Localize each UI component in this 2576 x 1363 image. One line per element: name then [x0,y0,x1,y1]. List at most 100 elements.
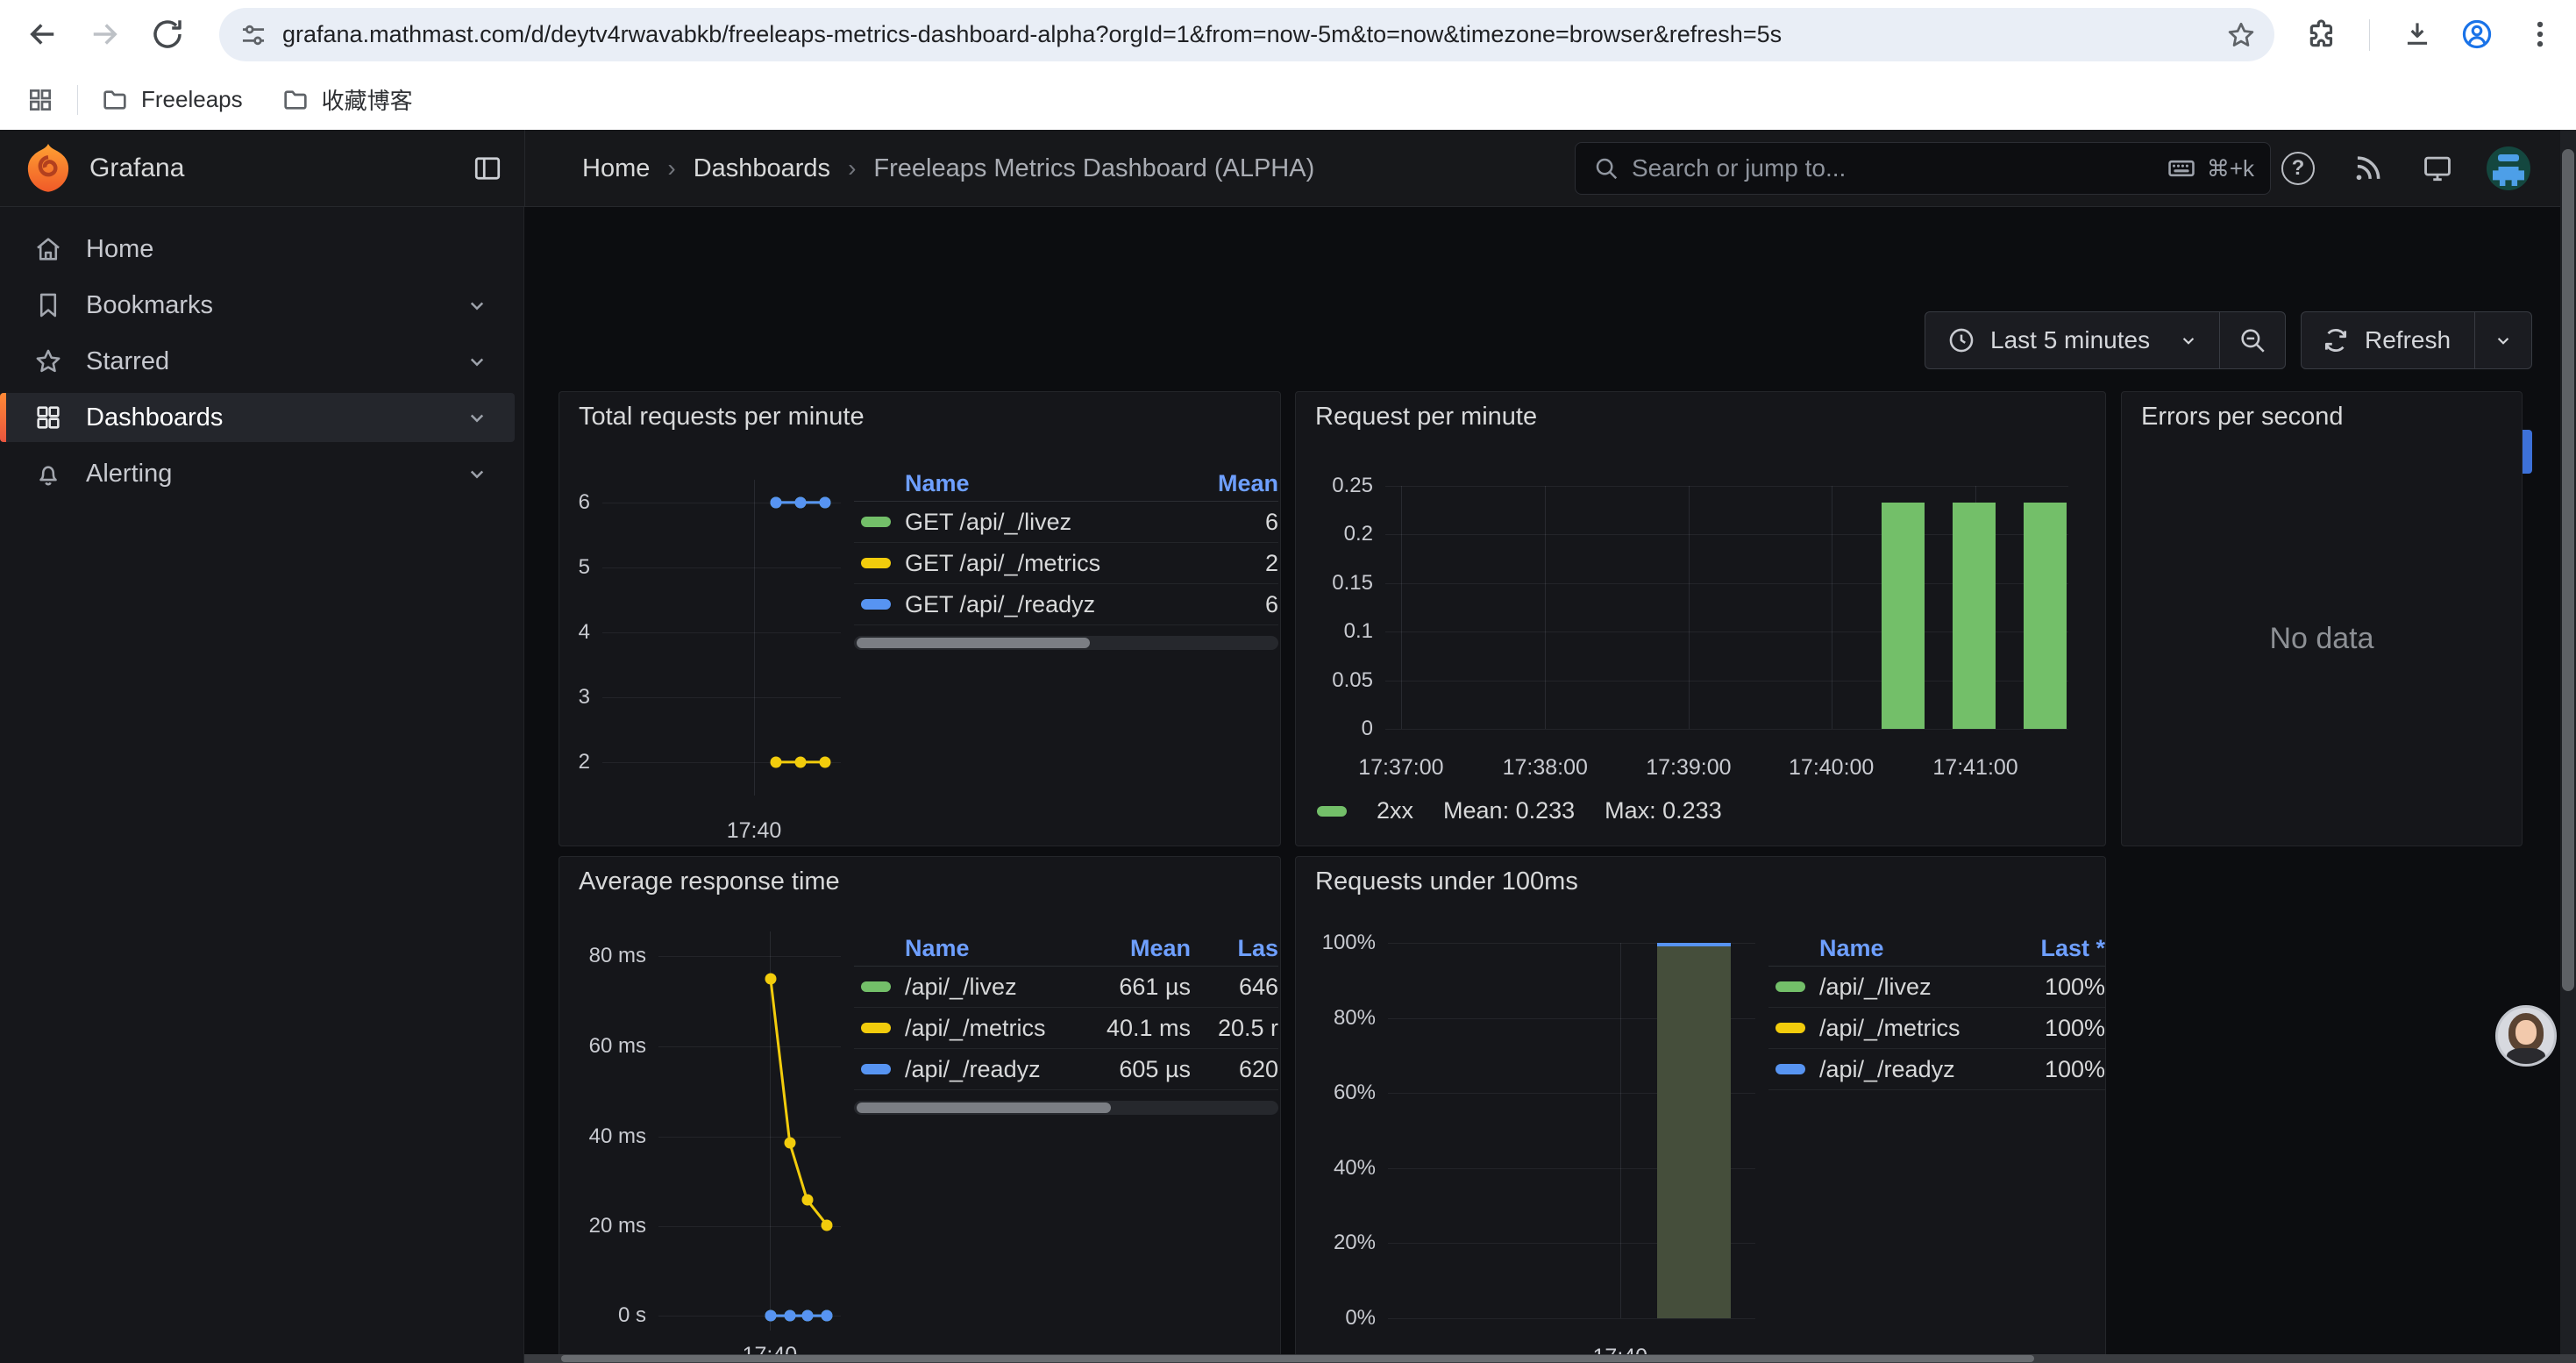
legend-row[interactable]: GET /api/_/readyz6 [854,584,1278,625]
legend-scrollbar[interactable] [854,1101,1278,1115]
search-box[interactable]: ⌘+k [1575,142,2271,195]
data-point[interactable] [801,1310,813,1322]
legend-column-header[interactable]: Last * [2000,935,2105,962]
panel-title[interactable]: Request per minute [1315,403,1537,432]
legend-row[interactable]: GET /api/_/livez6 [854,502,1278,543]
news-rss-icon[interactable] [2351,152,2384,185]
sidebar-item-starred[interactable]: Starred [0,337,515,386]
time-range-picker[interactable]: Last 5 minutes [1925,312,2219,368]
reload-icon[interactable] [149,16,186,53]
assistant-avatar[interactable] [2495,1005,2557,1067]
screen: Freeleaps收藏博客 Grafana Home›Dashboards›Fr… [0,0,2576,1363]
apps-grid-icon[interactable] [26,86,54,114]
legend-row[interactable]: GET /api/_/metrics2 [854,543,1278,584]
panel-title[interactable]: Requests under 100ms [1315,867,1578,896]
back-icon[interactable] [25,16,61,53]
data-point[interactable] [771,496,782,508]
y-tick-label: 5 [579,555,590,580]
legend-column-header[interactable]: Name [1819,935,2000,962]
series-name: /api/_/readyz [905,1056,1050,1083]
chevron-down-icon[interactable] [464,404,490,431]
apps-icon [33,403,63,432]
legend-column-header[interactable]: Name [905,470,1191,497]
bookmark-star-icon[interactable] [2225,19,2257,51]
chart-plot: 80 ms60 ms40 ms20 ms0 s17:40 [658,931,841,1331]
bookmark-item[interactable]: Freeleaps [101,86,243,114]
bar[interactable] [1657,943,1731,1318]
legend-row[interactable]: /api/_/metrics40.1 ms20.5 r [854,1008,1278,1049]
legend-footer-mean: Mean: 0.233 [1443,797,1575,824]
sidebar-item-label: Dashboards [86,403,464,432]
legend-column-header[interactable]: Mean [1191,470,1278,497]
grafana-logo-icon[interactable] [25,143,72,194]
bar[interactable] [1953,503,1995,729]
data-point[interactable] [822,1310,833,1322]
horizontal-scrollbar-thumb[interactable] [561,1355,2034,1362]
data-point[interactable] [765,1310,776,1322]
refresh-interval-button[interactable] [2475,312,2531,368]
legend-column-header[interactable]: Name [905,935,1050,962]
data-point[interactable] [795,496,807,508]
bookmarks-divider [77,85,78,115]
legend-footer[interactable]: 2xxMean: 0.233Max: 0.233 [1317,797,1722,824]
menu-kebab-icon[interactable] [2523,18,2557,51]
y-tick-label: 0% [1345,1306,1376,1331]
forward-icon[interactable] [86,16,123,53]
panel-title[interactable]: Errors per second [2141,403,2344,432]
data-point[interactable] [784,1310,795,1322]
sidebar-item-alerting[interactable]: Alerting [0,449,515,498]
sidebar-item-home[interactable]: Home [0,225,515,274]
sidebar-item-label: Starred [86,347,464,376]
series-color-chip [1317,806,1347,817]
legend-row[interactable]: /api/_/metrics100% [1768,1008,2105,1049]
data-point[interactable] [820,496,831,508]
bar[interactable] [1882,503,1924,729]
downloads-icon[interactable] [2401,18,2434,51]
user-avatar[interactable] [2487,146,2530,190]
series-value: 661 µs [1050,974,1191,1001]
site-info-icon[interactable] [238,20,268,50]
chevron-down-icon[interactable] [464,292,490,318]
extensions-icon[interactable] [2306,18,2339,51]
legend-row[interactable]: /api/_/livez100% [1768,967,2105,1008]
breadcrumb-separator: › [848,154,856,182]
legend-column-header[interactable]: Mean [1050,935,1191,962]
zoom-out-button[interactable] [2220,312,2285,368]
breadcrumb-item[interactable]: Home [582,154,650,183]
vertical-scrollbar-thumb[interactable] [2562,149,2574,991]
sidebar-item-bookmarks[interactable]: Bookmarks [0,281,515,330]
search-input[interactable] [1630,153,2167,183]
refresh-button[interactable]: Refresh [2302,312,2474,368]
url-bar[interactable] [219,8,2274,61]
star-icon [33,346,63,376]
bookmark-icon [33,290,63,320]
refresh-group: Refresh [2301,311,2532,369]
sidebar-item-dashboards[interactable]: Dashboards [0,393,515,442]
url-input[interactable] [281,20,2225,49]
chevron-down-icon[interactable] [464,460,490,487]
y-tick-label: 20 ms [589,1214,646,1238]
legend-scrollbar-thumb[interactable] [857,638,1090,648]
sidebar-toggle-icon[interactable] [472,153,503,184]
series-name: GET /api/_/readyz [905,591,1191,618]
legend-row[interactable]: /api/_/readyz605 µs620 [854,1049,1278,1090]
chart-plot: 0.250.20.150.10.05017:37:0017:38:0017:39… [1385,486,2068,729]
series-color-chip [861,1023,891,1033]
monitor-icon[interactable] [2421,152,2454,185]
legend-row[interactable]: /api/_/readyz100% [1768,1049,2105,1090]
legend-scrollbar-thumb[interactable] [857,1103,1111,1113]
panel-total-requests: Total requests per minute 6543217:40Name… [559,391,1281,846]
legend-column-header[interactable]: Las [1191,935,1278,962]
grafana-brand[interactable]: Grafana [89,130,184,207]
legend-row[interactable]: /api/_/livez661 µs646 [854,967,1278,1008]
chevron-down-icon[interactable] [464,348,490,375]
bookmark-item[interactable]: 收藏博客 [281,83,413,116]
bar[interactable] [2024,503,2066,729]
profile-icon[interactable] [2460,18,2494,51]
help-icon[interactable]: ? [2281,152,2315,185]
panel-title[interactable]: Average response time [579,867,840,896]
breadcrumb-item[interactable]: Dashboards [694,154,830,183]
panel-title[interactable]: Total requests per minute [579,403,865,432]
chevron-down-icon [2492,329,2515,352]
legend-scrollbar[interactable] [854,636,1278,650]
